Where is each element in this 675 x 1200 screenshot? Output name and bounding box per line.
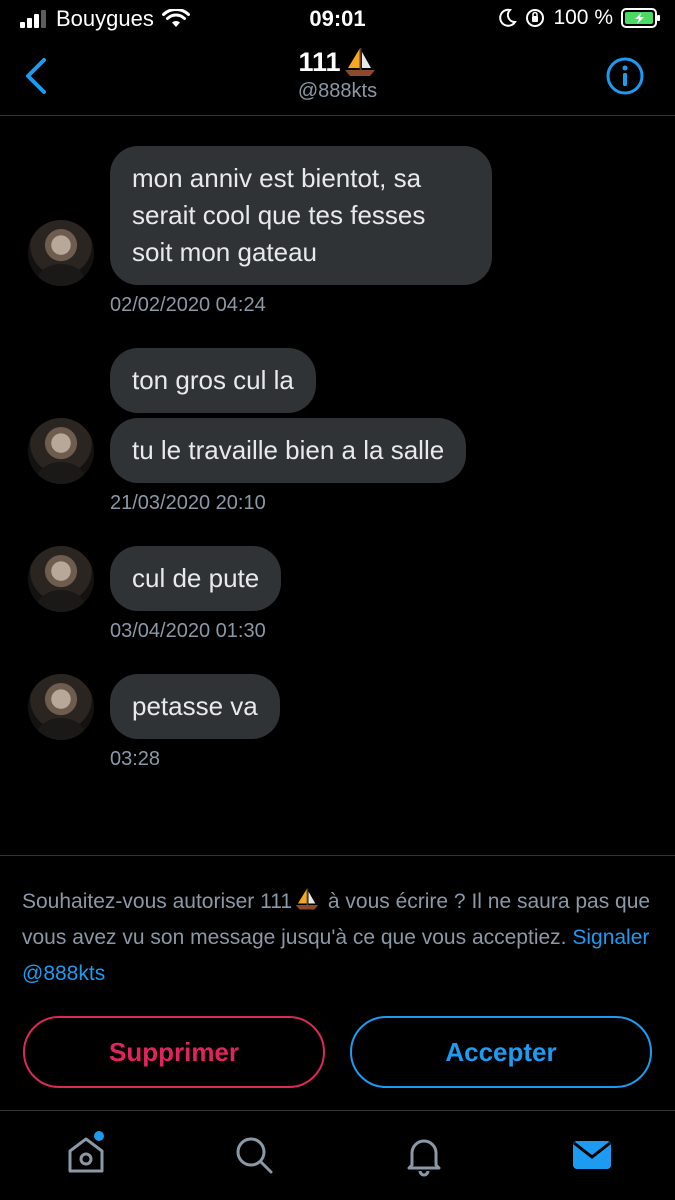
divider: [0, 855, 675, 856]
mail-icon: [573, 1141, 611, 1169]
info-button[interactable]: [605, 56, 645, 96]
conversation-header: 111 @888kts: [0, 40, 675, 116]
message-timestamp: 21/03/2020 20:10: [110, 492, 266, 514]
bell-icon: [407, 1139, 441, 1177]
message-line: mon anniv est bientot, sa: [132, 163, 422, 193]
info-icon: [606, 57, 644, 95]
battery-charging-icon: [621, 8, 660, 28]
avatar[interactable]: [28, 546, 94, 612]
header-title: 111 @888kts: [0, 46, 675, 103]
dm-request-screen: Bouygues 09:01 100 % 111 @888kts mon ann…: [0, 0, 675, 1200]
notification-dot: [94, 1131, 104, 1141]
avatar[interactable]: [28, 220, 94, 286]
message-bubble[interactable]: mon anniv est bientot, sa serait cool qu…: [110, 146, 492, 285]
search-icon: [236, 1137, 273, 1174]
request-text-before: Souhaitez-vous autoriser 111: [22, 890, 293, 913]
message-bubble[interactable]: ton gros cul la: [110, 348, 316, 413]
message-timestamp: 03/04/2020 01:30: [110, 620, 266, 642]
status-bar: Bouygues 09:01 100 %: [0, 0, 675, 40]
tab-notifications[interactable]: [402, 1133, 446, 1177]
message-bubble[interactable]: petasse va: [110, 674, 280, 739]
sailboat-emoji-icon: [344, 48, 375, 76]
avatar[interactable]: [28, 418, 94, 484]
avatar[interactable]: [28, 674, 94, 740]
message-timestamp: 02/02/2020 04:24: [110, 294, 266, 316]
message-bubble[interactable]: cul de pute: [110, 546, 282, 611]
bottom-tab-bar: [0, 1110, 675, 1200]
moon-icon: [499, 8, 518, 27]
contact-handle: @888kts: [297, 80, 378, 102]
message-line: soit mon gateau: [132, 237, 318, 267]
tab-messages[interactable]: [570, 1133, 614, 1177]
tab-search[interactable]: [232, 1133, 276, 1177]
delete-button[interactable]: Supprimer: [23, 1016, 325, 1088]
sailboat-emoji-icon: [295, 888, 319, 910]
orientation-lock-icon: [526, 9, 545, 27]
status-right: 100 %: [497, 6, 661, 30]
contact-name[interactable]: 111: [298, 46, 376, 78]
battery-percentage: 100 %: [553, 6, 613, 29]
message-request-prompt: Souhaitez-vous autoriser 111 à vous écri…: [22, 884, 662, 992]
message-bubble[interactable]: tu le travaille bien a la salle: [110, 418, 467, 483]
message-timestamp: 03:28: [110, 748, 161, 770]
message-line: serait cool que tes fesses: [132, 200, 426, 230]
contact-name-text: 111: [298, 46, 341, 77]
accept-button[interactable]: Accepter: [350, 1016, 652, 1088]
